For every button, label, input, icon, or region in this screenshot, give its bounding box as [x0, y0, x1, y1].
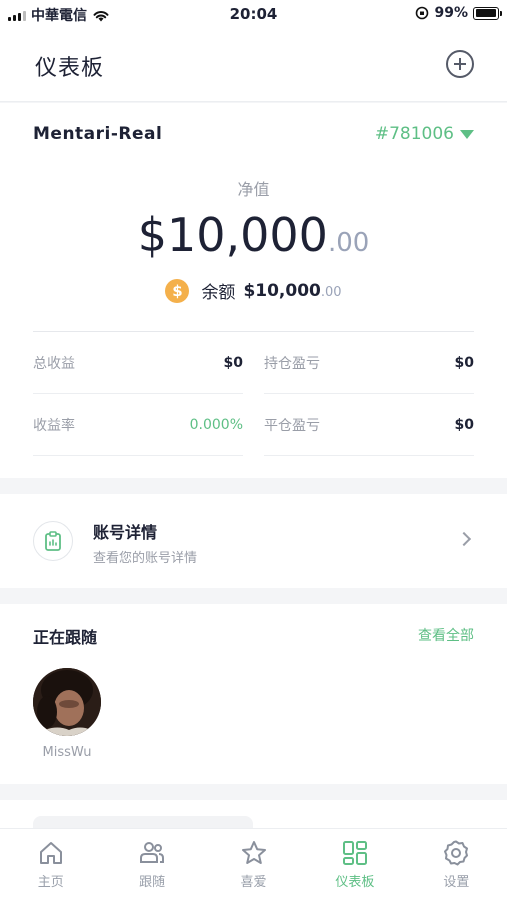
tab-label: 设置 [443, 875, 470, 890]
caret-down-icon [460, 129, 474, 139]
stat-floating-pnl: 持仓盈亏 $0 [264, 332, 474, 394]
stat-label: 收益率 [33, 417, 75, 434]
account-details-row[interactable]: 账号详情 查看您的账号详情 [0, 494, 507, 588]
stat-value: $0 [223, 354, 243, 371]
stat-return-rate: 收益率 0.000% [33, 394, 243, 456]
tab-follow[interactable]: 跟随 [101, 829, 202, 900]
users-icon [140, 842, 165, 863]
page-header: 仪表板 [0, 28, 507, 102]
account-selector[interactable]: #781006 [375, 124, 474, 144]
equity-integer: $10,000 [137, 208, 328, 262]
battery-icon [473, 6, 502, 20]
balance-value: $10,000.00 [243, 281, 341, 301]
add-button[interactable] [446, 50, 474, 78]
battery-percent: 99% [434, 5, 468, 21]
tab-label: 仪表板 [335, 875, 375, 890]
status-right: 99% [415, 5, 502, 21]
stat-value: $0 [454, 416, 474, 433]
tab-label: 主页 [37, 875, 64, 890]
stat-total-profit: 总收益 $0 [33, 332, 243, 394]
tab-settings[interactable]: 设置 [406, 829, 507, 900]
stat-closed-pnl: 平仓盈亏 $0 [264, 394, 474, 456]
status-left: 中華電信 [8, 5, 110, 25]
tab-favorites[interactable]: 喜爱 [203, 829, 304, 900]
clipboard-icon [33, 521, 73, 561]
balance-label: 余额 [201, 283, 236, 303]
orientation-lock-icon [416, 6, 429, 20]
tab-home[interactable]: 主页 [0, 829, 101, 900]
tab-label: 喜爱 [240, 875, 267, 890]
equity-label: 净值 [237, 180, 270, 199]
account-card: Mentari-Real #781006 净值 $10,000.00 $ 余额 … [0, 103, 507, 478]
gear-icon [444, 840, 469, 866]
details-subtitle: 查看您的账号详情 [93, 551, 198, 566]
account-id: #781006 [374, 124, 454, 144]
balance-row: $ 余额 $10,000.00 [0, 278, 507, 303]
following-section: 正在跟随 查看全部 MissWu [0, 604, 507, 784]
account-name: Mentari-Real [33, 124, 163, 144]
following-title: 正在跟随 [33, 628, 98, 647]
stat-label: 总收益 [33, 355, 75, 372]
tab-bar: 主页 跟随 喜爱 仪表板 设置 [0, 828, 507, 900]
tab-dashboard[interactable]: 仪表板 [304, 829, 405, 900]
stat-value: 0.000% [189, 416, 243, 433]
view-all-link[interactable]: 查看全部 [418, 625, 474, 645]
wifi-icon [93, 10, 109, 21]
carrier-label: 中華電信 [31, 8, 87, 24]
balance-integer: $10,000 [243, 280, 321, 301]
status-bar: 中華電信 20:04 99% [0, 0, 507, 28]
trader-name: MissWu [42, 745, 92, 760]
details-title: 账号详情 [93, 523, 158, 542]
stat-label: 持仓盈亏 [264, 355, 320, 372]
avatar[interactable] [33, 668, 101, 736]
balance-decimal: .00 [320, 284, 342, 300]
dashboard-icon [342, 841, 367, 865]
equity-value: $10,000.00 [0, 208, 507, 262]
chevron-right-icon [456, 531, 472, 547]
tab-label: 跟随 [139, 875, 166, 890]
equity-decimal: .00 [327, 228, 370, 258]
stat-label: 平仓盈亏 [264, 417, 320, 434]
signal-icon [8, 9, 26, 21]
stat-value: $0 [454, 354, 474, 371]
dollar-coin-icon: $ [165, 278, 190, 303]
home-icon [39, 842, 62, 864]
page-title: 仪表板 [35, 56, 105, 81]
star-icon [241, 841, 266, 864]
